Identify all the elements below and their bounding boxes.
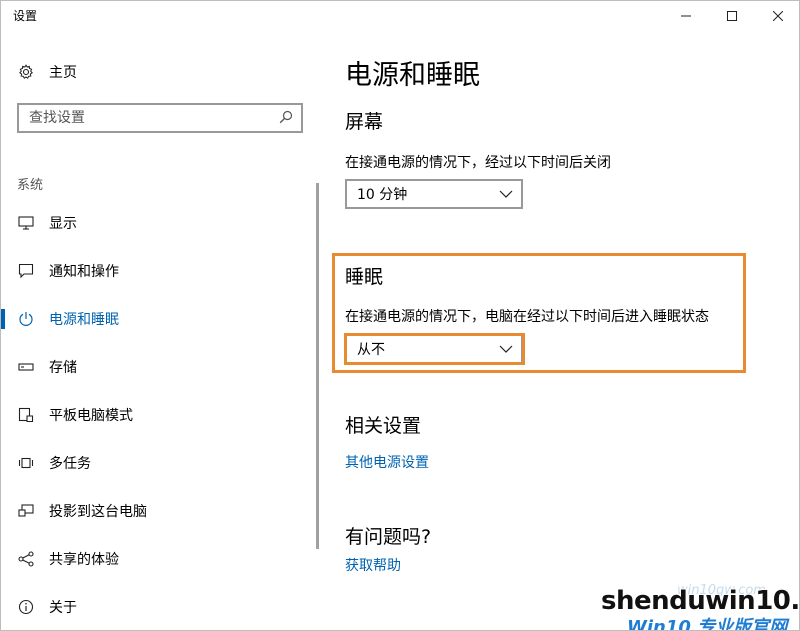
monitor-icon [17,214,35,232]
maximize-button[interactable] [709,1,755,31]
minimize-icon [681,15,691,17]
sleep-dropdown-highlight-annotation [344,333,525,365]
help-section-title: 有问题吗? [345,526,432,548]
sidebar-group-label: 系统 [17,178,44,193]
sidebar-item-label: 显示 [49,216,77,232]
sidebar-item-home[interactable]: 主页 [17,61,77,83]
active-indicator [1,309,5,329]
sidebar-item-multitasking[interactable]: 多任务 [1,439,317,487]
drive-icon [17,358,35,376]
maximize-icon [727,11,737,21]
minimize-button[interactable] [663,1,709,31]
close-icon [773,11,783,21]
gear-icon [17,63,35,81]
sidebar-item-about[interactable]: 关于 [1,583,317,630]
info-icon [17,598,35,616]
settings-window: 设置 主页 系统 [0,0,800,631]
screen-description: 在接通电源的情况下，经过以下时间后关闭 [345,155,611,171]
sidebar-item-label: 平板电脑模式 [49,408,133,424]
additional-power-settings-link[interactable]: 其他电源设置 [345,452,429,472]
sidebar-home-label: 主页 [49,65,77,81]
window-title: 设置 [13,9,38,23]
sidebar-nav: 显示 通知和操作 电源和睡眠 存储 平板电脑模式 多任务 投影到这台电脑 共享的… [1,199,317,630]
screen-timeout-dropdown[interactable]: 10 分钟 [345,179,523,209]
power-icon [17,310,35,328]
sidebar-item-label: 存储 [49,360,77,376]
tablet-icon [17,406,35,424]
sidebar-item-label: 电源和睡眠 [49,312,119,328]
get-help-link[interactable]: 获取帮助 [345,555,401,575]
screen-timeout-value: 10 分钟 [357,187,408,203]
sidebar-item-notifications[interactable]: 通知和操作 [1,247,317,295]
sidebar-item-display[interactable]: 显示 [1,199,317,247]
sidebar-item-label: 关于 [49,600,77,616]
watermark-sub: Win10 专业版官网 [627,617,788,631]
sidebar-item-tablet-mode[interactable]: 平板电脑模式 [1,391,317,439]
sidebar-item-label: 多任务 [49,456,91,472]
sidebar-item-label: 通知和操作 [49,264,119,280]
related-settings-title: 相关设置 [345,415,422,437]
chat-bubble-icon [17,262,35,280]
sidebar-item-power-sleep[interactable]: 电源和睡眠 [1,295,317,343]
search-input[interactable] [19,106,269,130]
search-icon[interactable] [279,110,293,128]
sidebar-item-label: 投影到这台电脑 [49,504,147,520]
sidebar: 主页 系统 显示 通知和操作 [1,31,321,630]
page-title: 电源和睡眠 [345,60,480,91]
sidebar-scrollbar[interactable] [316,183,319,549]
watermark-main: shenduwin10.com [601,586,800,616]
search-box[interactable] [17,103,303,133]
project-icon [17,502,35,520]
sidebar-item-storage[interactable]: 存储 [1,343,317,391]
sidebar-item-shared-experiences[interactable]: 共享的体验 [1,535,317,583]
sidebar-item-label: 共享的体验 [49,552,119,568]
title-bar: 设置 [1,1,799,31]
share-icon [17,550,35,568]
multitask-icon [17,454,35,472]
chevron-down-icon [499,188,513,204]
close-button[interactable] [755,1,799,31]
sidebar-item-project[interactable]: 投影到这台电脑 [1,487,317,535]
screen-section-title: 屏幕 [345,111,384,133]
